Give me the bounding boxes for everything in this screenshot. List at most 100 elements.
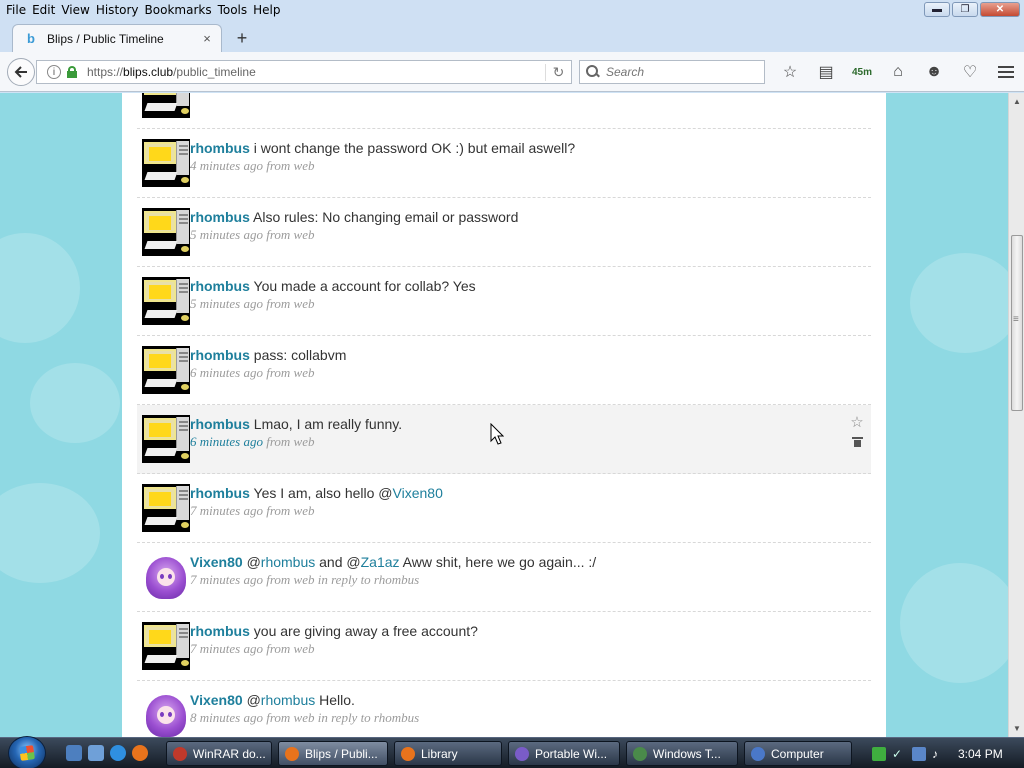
show-desktop-icon[interactable] bbox=[66, 745, 82, 761]
timestamp-link[interactable]: 7 minutes ago bbox=[190, 572, 263, 587]
author-link[interactable]: rhombus bbox=[190, 416, 250, 432]
user-avatar-computer[interactable] bbox=[142, 93, 190, 118]
delete-trash-icon[interactable] bbox=[851, 437, 863, 447]
mention-link[interactable]: Vixen80 bbox=[393, 485, 443, 501]
taskbar-button[interactable]: Windows T... bbox=[626, 741, 738, 766]
user-avatar-computer[interactable] bbox=[142, 346, 190, 394]
clock[interactable]: 3:04 PM bbox=[958, 747, 1003, 761]
notice-text: rhombus Yes I am, also hello @Vixen80 bbox=[190, 484, 830, 502]
internet-explorer-icon[interactable] bbox=[110, 745, 126, 761]
menu-icon[interactable] bbox=[988, 60, 1024, 84]
mention-link[interactable]: rhombus bbox=[261, 554, 315, 570]
new-tab-button[interactable]: + bbox=[232, 28, 252, 49]
timestamp-link[interactable]: 4 minutes ago bbox=[190, 158, 263, 173]
maximize-button[interactable]: ❐ bbox=[952, 2, 978, 17]
notice-item[interactable]: rhombus Yes I am, also hello @Vixen80 7 m… bbox=[137, 474, 871, 543]
scrollbar-thumb[interactable] bbox=[1011, 235, 1023, 411]
user-avatar-anime[interactable] bbox=[142, 553, 190, 601]
menu-edit[interactable]: Edit bbox=[26, 3, 55, 17]
notice-item[interactable]: rhombus You made a account for collab? Y… bbox=[137, 267, 871, 336]
network-icon[interactable] bbox=[912, 746, 926, 761]
notice-item[interactable]: 4 minutes ago from web bbox=[137, 93, 871, 129]
author-link[interactable]: rhombus bbox=[190, 209, 250, 225]
search-bar[interactable] bbox=[579, 60, 765, 84]
author-link[interactable]: rhombus bbox=[190, 485, 250, 501]
author-link[interactable]: rhombus bbox=[190, 140, 250, 156]
volume-icon[interactable]: ♪ bbox=[932, 747, 946, 761]
chat-icon[interactable]: ☻ bbox=[916, 60, 952, 84]
user-avatar-computer[interactable] bbox=[142, 622, 190, 670]
url-bar[interactable]: i https://blips.club/public_timeline ↻ bbox=[36, 60, 572, 84]
tab-blips[interactable]: b Blips / Public Timeline × bbox=[12, 24, 222, 52]
user-avatar-computer[interactable] bbox=[142, 277, 190, 325]
menu-bookmarks[interactable]: Bookmarks bbox=[139, 3, 212, 17]
favorite-star-icon[interactable]: ☆ bbox=[849, 415, 865, 431]
switch-windows-icon[interactable] bbox=[88, 745, 104, 761]
mention-link[interactable]: Za1az bbox=[361, 554, 400, 570]
taskbar-button[interactable]: Library bbox=[394, 741, 502, 766]
mention-link[interactable]: rhombus bbox=[261, 692, 315, 708]
close-button[interactable]: ✕ bbox=[980, 2, 1020, 17]
timestamp-link[interactable]: 7 minutes ago bbox=[190, 503, 263, 518]
notice-item[interactable]: rhombus Lmao, I am really funny. 6 minute… bbox=[137, 405, 871, 474]
home-icon[interactable]: ⌂ bbox=[880, 60, 916, 84]
notice-item[interactable]: Vixen80 @rhombus Hello. 8 minutes ago fro… bbox=[137, 681, 871, 737]
bookmark-star-icon[interactable]: ☆ bbox=[772, 60, 808, 84]
tray-app-icon[interactable] bbox=[872, 746, 886, 761]
user-avatar-computer[interactable] bbox=[142, 415, 190, 463]
menu-view[interactable]: View bbox=[55, 3, 89, 17]
reply-context[interactable]: in reply to rhombus bbox=[314, 572, 419, 587]
url-text[interactable]: https://blips.club/public_timeline bbox=[87, 65, 545, 79]
author-link[interactable]: rhombus bbox=[190, 347, 250, 363]
back-button[interactable] bbox=[7, 58, 35, 86]
start-button[interactable] bbox=[8, 736, 46, 768]
taskbar-button[interactable]: Computer bbox=[744, 741, 852, 766]
tray-check-icon[interactable]: ✓ bbox=[892, 747, 906, 761]
user-avatar-computer[interactable] bbox=[142, 484, 190, 532]
menu-file[interactable]: File bbox=[0, 3, 26, 17]
reply-context[interactable]: in reply to rhombus bbox=[314, 710, 419, 725]
author-link[interactable]: Vixen80 bbox=[190, 692, 243, 708]
timestamp-link[interactable]: 8 minutes ago bbox=[190, 710, 263, 725]
firefox-icon[interactable] bbox=[132, 745, 148, 761]
minimize-button[interactable]: ▬ bbox=[924, 2, 950, 17]
notice-body: rhombus i wont change the password OK :)… bbox=[190, 139, 830, 175]
author-link[interactable]: rhombus bbox=[190, 278, 250, 294]
notice-item[interactable]: rhombus pass: collabvm 6 minutes ago from… bbox=[137, 336, 871, 405]
notice-item[interactable]: rhombus you are giving away a free accou… bbox=[137, 612, 871, 681]
taskbar-app-icon bbox=[751, 746, 765, 761]
notice-item[interactable]: rhombus Also rules: No changing email or… bbox=[137, 198, 871, 267]
tab-close-icon[interactable]: × bbox=[199, 31, 215, 46]
notice-item[interactable]: rhombus i wont change the password OK :)… bbox=[137, 129, 871, 198]
timer-badge-icon[interactable]: 45m bbox=[844, 60, 880, 84]
pocket-icon[interactable]: ♡ bbox=[952, 60, 988, 84]
timestamp-link[interactable]: 5 minutes ago bbox=[190, 296, 263, 311]
taskbar-button[interactable]: Blips / Publi... bbox=[278, 741, 388, 766]
user-avatar-computer[interactable] bbox=[142, 208, 190, 256]
taskbar-app-icon bbox=[401, 746, 415, 761]
notice-body: rhombus Yes I am, also hello @Vixen80 7 m… bbox=[190, 484, 830, 520]
taskbar-button-label: Portable Wi... bbox=[535, 746, 608, 761]
user-avatar-anime[interactable] bbox=[142, 691, 190, 737]
menu-history[interactable]: History bbox=[90, 3, 139, 17]
reading-list-icon[interactable]: ▤ bbox=[808, 60, 844, 84]
author-link[interactable]: rhombus bbox=[190, 623, 250, 639]
vertical-scrollbar[interactable]: ▲ ▼ bbox=[1008, 93, 1024, 737]
author-link[interactable]: Vixen80 bbox=[190, 554, 243, 570]
menu-help[interactable]: Help bbox=[247, 3, 280, 17]
notice-item[interactable]: Vixen80 @rhombus and @Za1az Aww shit, he… bbox=[137, 543, 871, 612]
menu-tools[interactable]: Tools bbox=[212, 3, 248, 17]
taskbar-button[interactable]: WinRAR do... bbox=[166, 741, 272, 766]
reload-icon[interactable]: ↻ bbox=[545, 63, 571, 81]
search-input[interactable] bbox=[606, 65, 756, 79]
message-text: pass: collabvm bbox=[253, 347, 347, 363]
site-info-icon[interactable]: i bbox=[47, 65, 61, 79]
timestamp-link[interactable]: 6 minutes ago bbox=[190, 434, 263, 449]
scroll-down-icon[interactable]: ▼ bbox=[1013, 724, 1021, 733]
taskbar-button[interactable]: Portable Wi... bbox=[508, 741, 620, 766]
timestamp-link[interactable]: 7 minutes ago bbox=[190, 641, 263, 656]
timestamp-link[interactable]: 6 minutes ago bbox=[190, 365, 263, 380]
scroll-up-icon[interactable]: ▲ bbox=[1013, 97, 1021, 106]
timestamp-link[interactable]: 5 minutes ago bbox=[190, 227, 263, 242]
user-avatar-computer[interactable] bbox=[142, 139, 190, 187]
